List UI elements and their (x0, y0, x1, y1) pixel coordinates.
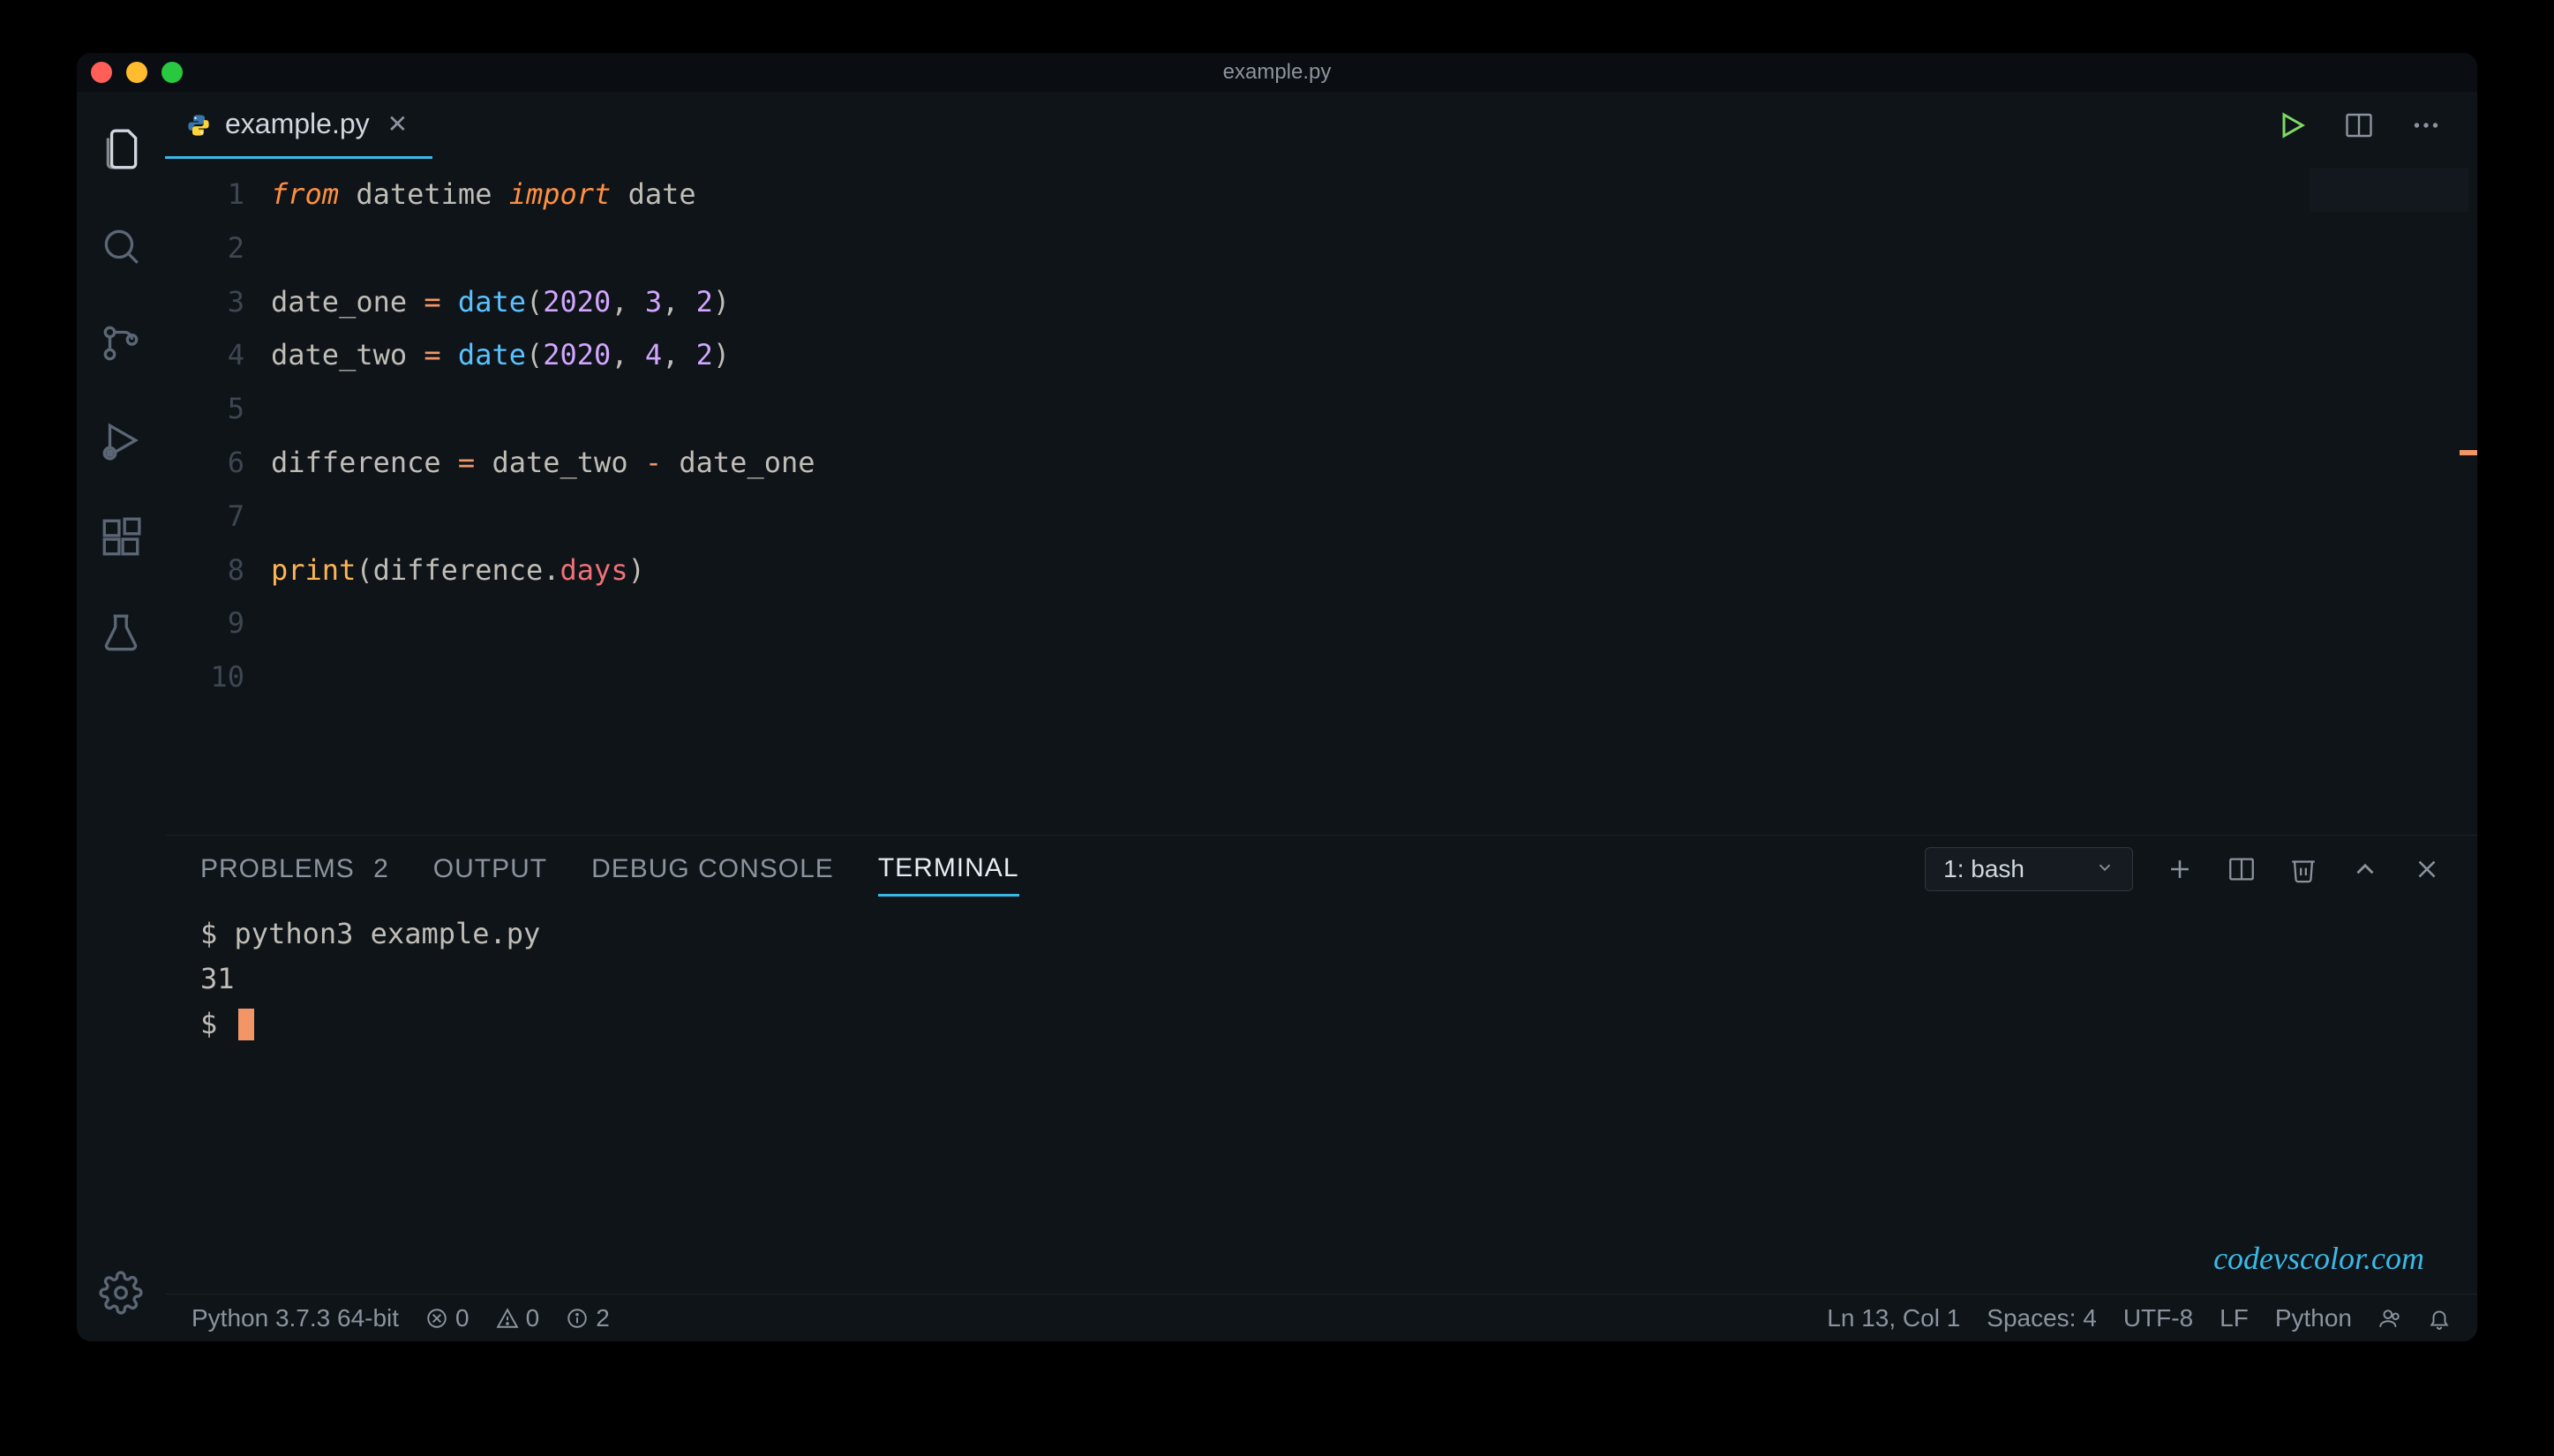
line-number: 5 (165, 382, 244, 436)
line-number: 4 (165, 328, 244, 382)
run-file-button[interactable] (2276, 109, 2308, 141)
more-actions-button[interactable] (2410, 109, 2442, 141)
panel-actions: 1: bash (1925, 847, 2442, 891)
extensions-icon[interactable] (99, 515, 143, 559)
status-notifications-icon[interactable] (2428, 1307, 2451, 1330)
line-number: 7 (165, 490, 244, 544)
activity-bar (77, 92, 165, 1341)
tab-example-py[interactable]: example.py ✕ (165, 92, 432, 159)
tab-close-button[interactable]: ✕ (384, 109, 411, 139)
status-feedback-icon[interactable] (2378, 1307, 2401, 1330)
explorer-icon[interactable] (99, 127, 143, 171)
terminal-selector[interactable]: 1: bash (1925, 847, 2133, 891)
split-editor-button[interactable] (2343, 109, 2375, 141)
line-number: 8 (165, 544, 244, 597)
status-warnings[interactable]: 0 (496, 1304, 540, 1332)
line-number: 2 (165, 221, 244, 275)
line-number: 3 (165, 275, 244, 329)
tab-output[interactable]: OUTPUT (433, 844, 547, 895)
search-icon[interactable] (99, 224, 143, 268)
maximize-panel-button[interactable] (2350, 854, 2380, 884)
close-panel-button[interactable] (2412, 854, 2442, 884)
python-file-icon (186, 112, 211, 137)
close-window-button[interactable] (91, 62, 112, 83)
tab-actions (2276, 92, 2477, 159)
status-indentation[interactable]: Spaces: 4 (1987, 1304, 2097, 1332)
terminal-cursor (238, 1009, 254, 1040)
warning-icon (496, 1307, 519, 1330)
code-editor[interactable]: 1 2 3 4 5 6 7 8 9 10 from datetime impor… (165, 159, 2477, 835)
line-number-gutter: 1 2 3 4 5 6 7 8 9 10 (165, 168, 271, 835)
line-number: 1 (165, 168, 244, 221)
line-number: 10 (165, 650, 244, 704)
panel-tabs: PROBLEMS 2 OUTPUT DEBUG CONSOLE TERMINAL… (165, 836, 2477, 903)
status-language[interactable]: Python (2275, 1304, 2352, 1332)
chevron-down-icon (2095, 855, 2115, 883)
tab-debug-console[interactable]: DEBUG CONSOLE (591, 844, 834, 895)
minimap-marker (2460, 450, 2477, 455)
tab-terminal[interactable]: TERMINAL (878, 843, 1019, 897)
main-area: example.py ✕ 1 (165, 92, 2477, 1341)
new-terminal-button[interactable] (2165, 854, 2195, 884)
line-number: 6 (165, 436, 244, 490)
bottom-panel: PROBLEMS 2 OUTPUT DEBUG CONSOLE TERMINAL… (165, 835, 2477, 1294)
terminal-line: 31 (200, 957, 2442, 1002)
status-errors[interactable]: 0 (425, 1304, 469, 1332)
status-info[interactable]: 2 (566, 1304, 610, 1332)
kill-terminal-button[interactable] (2288, 854, 2318, 884)
terminal[interactable]: $ python3 example.py 31 $ codevscolor.co… (165, 903, 2477, 1294)
status-eol[interactable]: LF (2220, 1304, 2249, 1332)
status-cursor-position[interactable]: Ln 13, Col 1 (1827, 1304, 1960, 1332)
person-icon (2378, 1307, 2401, 1330)
editor-tabs: example.py ✕ (165, 92, 2477, 159)
bell-icon (2428, 1307, 2451, 1330)
terminal-line: $ (200, 1002, 2442, 1047)
maximize-window-button[interactable] (162, 62, 183, 83)
source-control-icon[interactable] (99, 321, 143, 365)
tab-problems[interactable]: PROBLEMS 2 (200, 844, 389, 895)
watermark: codevscolor.com (2213, 1234, 2424, 1285)
error-icon (425, 1307, 448, 1330)
terminal-line: $ python3 example.py (200, 912, 2442, 957)
vscode-window: example.py (77, 53, 2477, 1341)
status-python-interpreter[interactable]: Python 3.7.3 64-bit (192, 1304, 399, 1332)
traffic-lights (91, 62, 183, 83)
test-beaker-icon[interactable] (99, 612, 143, 657)
minimize-window-button[interactable] (126, 62, 147, 83)
code-content[interactable]: from datetime import date date_one = dat… (271, 168, 2477, 835)
window-body: example.py ✕ 1 (77, 92, 2477, 1341)
info-icon (566, 1307, 589, 1330)
run-debug-icon[interactable] (99, 418, 143, 462)
titlebar: example.py (77, 53, 2477, 92)
split-terminal-button[interactable] (2227, 854, 2257, 884)
line-number: 9 (165, 597, 244, 650)
settings-gear-icon[interactable] (99, 1271, 143, 1315)
status-encoding[interactable]: UTF-8 (2123, 1304, 2193, 1332)
tab-filename: example.py (225, 108, 370, 140)
status-bar: Python 3.7.3 64-bit 0 0 (165, 1294, 2477, 1341)
minimap[interactable] (2310, 168, 2468, 212)
window-title: example.py (1223, 60, 1332, 85)
